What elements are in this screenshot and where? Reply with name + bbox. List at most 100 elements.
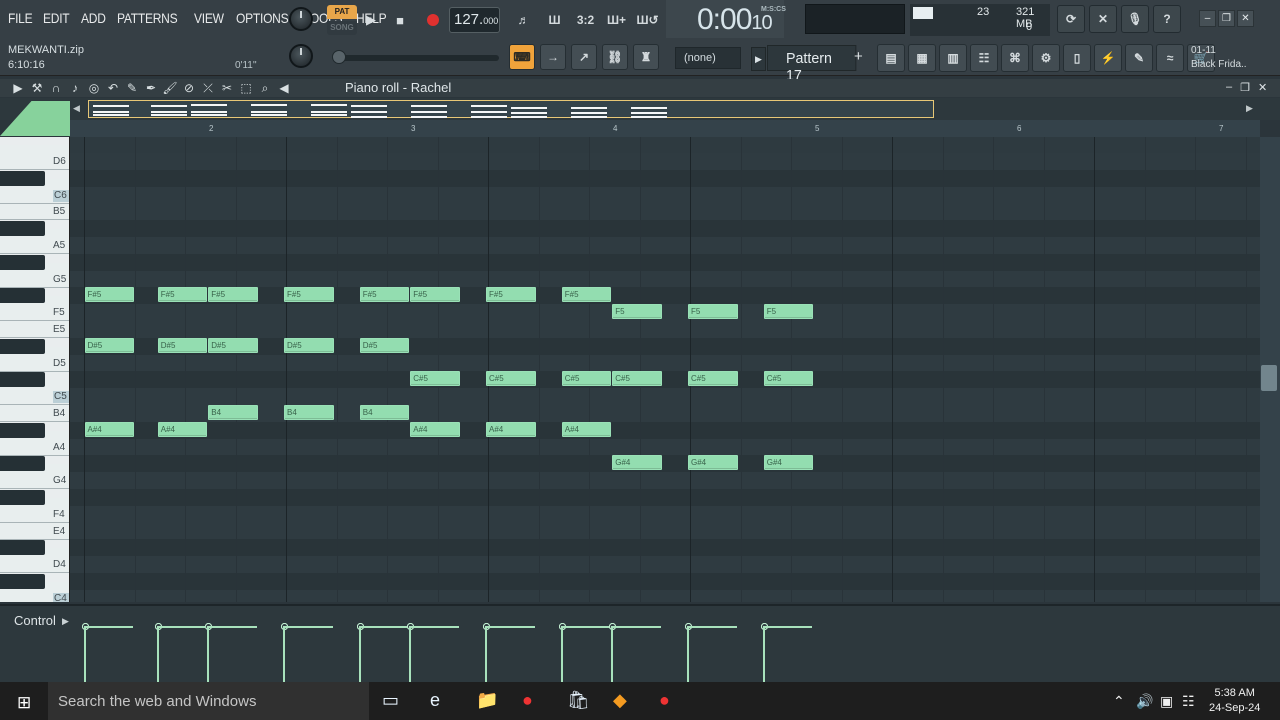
snap-select[interactable]: (none) (675, 47, 741, 69)
wait-input-icon[interactable]: Ш (541, 7, 568, 33)
browser-icon[interactable]: ⌘ (1001, 44, 1029, 72)
volume-icon[interactable]: 🔊 (1136, 693, 1153, 710)
arrow-icon[interactable]: → (540, 44, 566, 70)
piano-note[interactable]: F#5 (157, 287, 208, 303)
step-edit-icon[interactable]: Ш+ (603, 7, 630, 33)
tempo-display[interactable]: 127.000 (449, 7, 500, 33)
piano-note[interactable]: B4 (359, 405, 410, 420)
menu-edit[interactable]: EDIT (43, 10, 70, 26)
piano-note[interactable]: C#5 (561, 371, 612, 387)
song-position-slider[interactable] (332, 50, 499, 64)
piano-note[interactable]: D#5 (84, 337, 135, 353)
piano-roll-close-icon[interactable]: ✕ (1258, 81, 1267, 94)
help-icon[interactable]: ? (1153, 5, 1181, 33)
fl-studio-icon[interactable]: ◆ (613, 690, 627, 711)
piano-note[interactable]: A#4 (561, 421, 612, 437)
menu-options[interactable]: OPTIONS (236, 10, 289, 26)
piano-note[interactable]: F#5 (208, 287, 258, 303)
action-center-icon[interactable]: ☷ (1182, 693, 1195, 710)
tools-icon[interactable]: ✕ (1089, 5, 1117, 33)
pattern-selector[interactable]: Pattern 17 (767, 45, 857, 84)
piano-note[interactable]: D#5 (284, 337, 334, 353)
overview-right-arrow[interactable]: ▶ (1246, 103, 1253, 114)
pattern-prev-arrow[interactable]: ▶ (751, 47, 766, 71)
taskbar-search[interactable]: Search the web and Windows (48, 682, 369, 720)
menu-arrow-icon[interactable]: ▶ (10, 80, 26, 96)
piano-note[interactable]: D#5 (208, 337, 258, 353)
piano-note[interactable]: F#5 (486, 287, 536, 303)
brush-tool-icon[interactable]: 🖌 (162, 80, 178, 96)
piano-note[interactable]: F#5 (284, 287, 334, 303)
master-pitch-knob[interactable] (289, 44, 313, 68)
black-key[interactable] (0, 338, 45, 354)
plugin-icon[interactable]: ⚙ (1032, 44, 1060, 72)
piano-note[interactable]: B4 (284, 405, 334, 420)
piano-note[interactable]: C#5 (763, 371, 814, 387)
menu-patterns[interactable]: PATTERNS (117, 10, 178, 26)
piano-note[interactable]: G#4 (612, 455, 662, 471)
black-key[interactable] (0, 490, 45, 505)
piano-keyboard[interactable]: D6 C6 B5 A5 G5 F5 E5 D5 C5 B4 A4 G4 F4 E4 D4 C4 (0, 137, 70, 602)
slider-thumb[interactable] (332, 50, 346, 64)
control-menu-arrow[interactable]: ▶ (62, 616, 69, 627)
plug-icon[interactable]: ⚡ (1094, 44, 1122, 72)
piano-roll-restore-icon[interactable]: ❐ (1240, 81, 1250, 94)
note-grid[interactable]: F#5 F#5 F#5 F#5 F#5 F#5 F#5 F#5 F5 F5 F5 D#5 D#5 D#5 D… (70, 137, 1260, 602)
piano-note[interactable]: F#5 (561, 287, 612, 303)
black-key[interactable] (0, 456, 45, 472)
paint-icon[interactable]: ✒ (143, 80, 159, 96)
mute-icon[interactable]: ⤫ (200, 80, 216, 96)
task-view-icon[interactable]: ▭ (382, 690, 399, 711)
edge-icon[interactable]: e (430, 690, 440, 711)
typing-keyboard-icon[interactable]: ⌨ (509, 44, 535, 70)
black-key[interactable] (0, 288, 45, 304)
piano-note[interactable]: A#4 (410, 421, 460, 437)
file-icon[interactable]: ▯ (1063, 44, 1091, 72)
recorder-icon[interactable]: ● (659, 690, 670, 711)
taskbar-clock[interactable]: 5:38 AM 24-Sep-24 (1209, 686, 1260, 716)
menu-view[interactable]: VIEW (194, 10, 224, 26)
piano-note[interactable]: G#4 (763, 455, 814, 471)
piano-note[interactable]: F5 (688, 304, 738, 320)
store-icon[interactable]: 🛍 (567, 690, 590, 711)
piano-note[interactable]: C#5 (486, 371, 536, 387)
windows-start-icon[interactable]: ⊞ (17, 693, 31, 713)
piano-note[interactable]: A#4 (157, 421, 208, 437)
black-key[interactable] (0, 422, 45, 438)
black-key[interactable] (0, 221, 45, 237)
black-key[interactable] (0, 574, 45, 589)
piano-roll-icon[interactable]: ▦ (908, 44, 936, 72)
link-icon[interactable]: ⛓ (602, 44, 628, 70)
minimize-icon[interactable]: ‒ (1199, 10, 1216, 27)
record-button[interactable] (420, 7, 446, 33)
loop-record-icon[interactable]: Ш↺ (634, 7, 661, 33)
pencil-icon[interactable]: ✎ (124, 80, 140, 96)
add-pattern-button[interactable]: + (854, 48, 863, 65)
slide-icon[interactable]: ↗ (571, 44, 597, 70)
channel-rack-icon[interactable]: ▥ (939, 44, 967, 72)
select-icon[interactable]: ⬚ (238, 80, 254, 96)
record-app-icon[interactable]: ● (522, 690, 533, 711)
overview-left-arrow[interactable]: ◀ (73, 103, 80, 114)
black-key[interactable] (0, 254, 45, 270)
wrench-icon[interactable]: ⚒ (29, 80, 45, 96)
hat-icon[interactable]: ♜ (633, 44, 659, 70)
metronome-icon[interactable]: ♬ (510, 7, 537, 33)
undo-icon[interactable]: ↶ (105, 80, 121, 96)
vertical-scroll-thumb[interactable] (1261, 365, 1277, 391)
mixer-icon[interactable]: ☷ (970, 44, 998, 72)
black-key[interactable] (0, 540, 45, 556)
piano-note[interactable]: F#5 (84, 287, 135, 303)
piano-note[interactable]: C#5 (688, 371, 738, 387)
speaker-icon[interactable]: ◀ (276, 80, 292, 96)
time-ruler[interactable] (70, 120, 1260, 137)
piano-note[interactable]: F5 (612, 304, 662, 320)
brush-icon[interactable]: ✎ (1125, 44, 1153, 72)
pattern-song-toggle[interactable]: PAT SONG (327, 5, 357, 35)
restore-icon[interactable]: ❐ (1218, 10, 1235, 27)
delete-icon[interactable]: ⊘ (181, 80, 197, 96)
folder-icon[interactable]: 📁 (476, 690, 498, 711)
overview-scrollbar[interactable] (88, 100, 934, 118)
network-icon[interactable]: ▣ (1160, 693, 1173, 710)
playlist-icon[interactable]: ▤ (877, 44, 905, 72)
